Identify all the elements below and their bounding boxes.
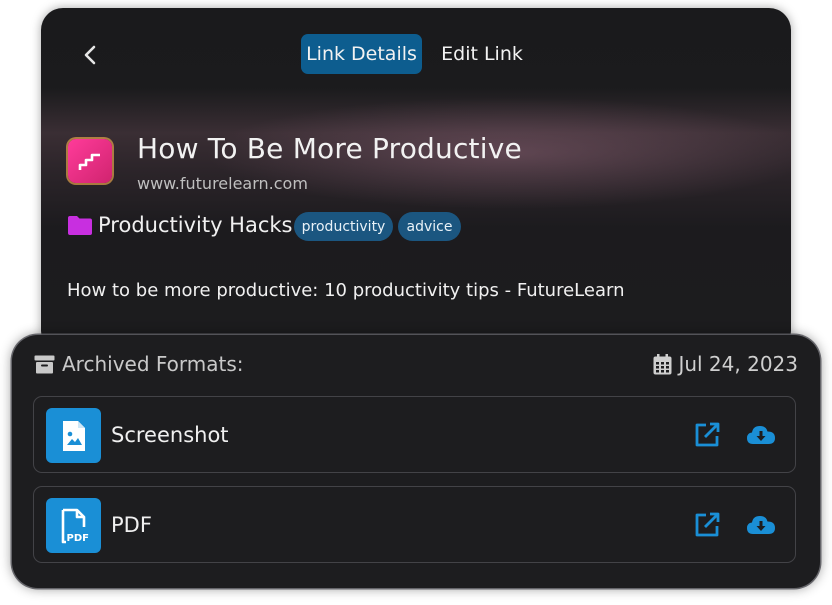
format-icon-pdf: PDF — [46, 498, 101, 553]
archive-date-text: Jul 24, 2023 — [678, 352, 798, 376]
pdf-badge-text: PDF — [66, 533, 88, 544]
external-link-icon — [695, 512, 720, 537]
stairs-icon — [78, 153, 100, 170]
tab-link-details[interactable]: Link Details — [301, 34, 422, 74]
archive-heading: Archived Formats: — [62, 352, 244, 376]
tag-productivity[interactable]: productivity — [294, 212, 393, 241]
open-screenshot-button[interactable] — [690, 418, 724, 452]
format-row-screenshot: Screenshot — [33, 396, 796, 473]
cloud-download-icon — [747, 516, 775, 534]
format-label-screenshot: Screenshot — [111, 423, 229, 447]
folder-icon — [68, 216, 92, 235]
external-link-icon — [695, 422, 720, 447]
back-button[interactable] — [75, 40, 105, 70]
tab-edit-link[interactable]: Edit Link — [437, 34, 527, 74]
format-label-pdf: PDF — [111, 513, 152, 537]
cloud-download-icon — [747, 426, 775, 444]
image-file-icon — [62, 420, 85, 451]
format-icon-screenshot — [46, 408, 101, 463]
link-title: How To Be More Productive — [137, 132, 522, 165]
collection-label: Productivity Hacks — [98, 213, 293, 237]
archive-header: Archived Formats: — [34, 352, 244, 376]
chevron-left-icon — [84, 45, 96, 65]
format-row-pdf: PDF PDF — [33, 486, 796, 563]
archived-formats-panel: Archived Formats: Jul 24, 2023 Screensho… — [12, 335, 820, 588]
tag-advice[interactable]: advice — [398, 212, 461, 241]
archive-date: Jul 24, 2023 — [653, 352, 798, 376]
download-pdf-button[interactable] — [744, 508, 778, 542]
collection-link[interactable]: Productivity Hacks — [67, 213, 292, 237]
pdf-file-icon: PDF — [61, 508, 88, 544]
link-details-panel: Link Details Edit Link How To Be More Pr… — [41, 8, 791, 353]
link-url[interactable]: www.futurelearn.com — [137, 174, 308, 193]
site-favicon — [68, 139, 112, 183]
download-screenshot-button[interactable] — [744, 418, 778, 452]
calendar-icon — [653, 353, 672, 374]
archive-box-icon — [34, 355, 55, 373]
open-pdf-button[interactable] — [690, 508, 724, 542]
link-description: How to be more productive: 10 productivi… — [67, 280, 625, 301]
